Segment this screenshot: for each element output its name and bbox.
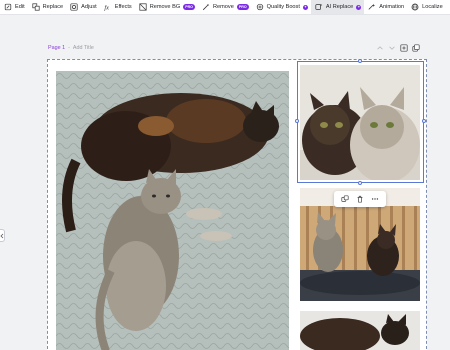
svg-text:fx: fx [104, 4, 109, 11]
edit-icon [4, 3, 12, 11]
page-label[interactable]: Page 1 [48, 45, 65, 51]
tool-ai-replace-label: AI Replace [325, 4, 354, 10]
tool-animation[interactable]: Animation [364, 0, 407, 14]
tool-ai-replace[interactable]: AI Replace ✦ [310, 0, 365, 14]
ai-replace-icon [315, 3, 323, 11]
chevron-down-icon[interactable] [387, 43, 396, 52]
adjust-icon [70, 3, 78, 11]
remove-wand-icon [202, 3, 210, 11]
remove-bg-icon [139, 3, 147, 11]
tool-replace-label: Replace [42, 4, 64, 10]
trash-icon[interactable] [355, 194, 365, 204]
more-options-icon[interactable] [370, 194, 380, 204]
element-action-bar [334, 191, 386, 207]
resize-handle-left[interactable] [295, 119, 299, 123]
localize-icon [411, 3, 419, 11]
copy-style-icon[interactable] [340, 194, 350, 204]
tool-localize[interactable]: Localize [407, 0, 446, 14]
selection-frame[interactable] [297, 61, 424, 183]
tool-remove-bg-label: Remove BG [149, 4, 181, 10]
pro-badge: PRO [236, 4, 249, 10]
quality-boost-icon [256, 3, 264, 11]
tool-edit[interactable]: Edit [0, 0, 28, 14]
sparkle-badge: ✦ [356, 4, 362, 10]
tool-adjust[interactable]: Adjust [66, 0, 100, 14]
chevron-left-icon [0, 233, 4, 238]
tool-remove[interactable]: Remove PRO [198, 0, 252, 14]
tool-animation-label: Animation [379, 4, 405, 10]
photo-cats-on-bed[interactable] [300, 311, 420, 350]
page-separator: - [68, 45, 70, 51]
tool-localize-label: Localize [422, 4, 443, 10]
page-controls [372, 43, 420, 52]
tool-effects[interactable]: fx Effects [100, 0, 135, 14]
animation-icon [368, 3, 376, 11]
photo-two-cats-on-quilt[interactable] [56, 71, 289, 350]
page-header: Page 1 - Add Title [48, 45, 94, 51]
image-toolbar: Edit Replace Adjust fx Effects Remove BG… [0, 0, 450, 15]
duplicate-page-icon[interactable] [411, 43, 420, 52]
chevron-up-icon[interactable] [375, 43, 384, 52]
tool-quality-boost-label: Quality Boost [266, 4, 300, 10]
tool-replace[interactable]: Replace [28, 0, 67, 14]
tool-remove-bg[interactable]: Remove BG PRO [135, 0, 198, 14]
tool-remove-label: Remove [212, 4, 234, 10]
add-title-field[interactable]: Add Title [73, 45, 94, 51]
sparkle-badge: ✦ [302, 4, 308, 10]
effects-icon: fx [104, 3, 112, 11]
tool-adjust-label: Adjust [81, 4, 97, 10]
add-page-icon[interactable] [399, 43, 408, 52]
tool-effects-label: Effects [114, 4, 132, 10]
resize-handle-right[interactable] [422, 119, 426, 123]
resize-handle-bottom[interactable] [358, 181, 362, 185]
pro-badge: PRO [183, 4, 195, 10]
resize-handle-top[interactable] [358, 59, 362, 63]
collapse-panel-handle[interactable] [0, 229, 5, 242]
tool-edit-label: Edit [15, 4, 25, 10]
replace-icon [32, 3, 40, 11]
tool-quality-boost[interactable]: Quality Boost ✦ [252, 0, 311, 14]
